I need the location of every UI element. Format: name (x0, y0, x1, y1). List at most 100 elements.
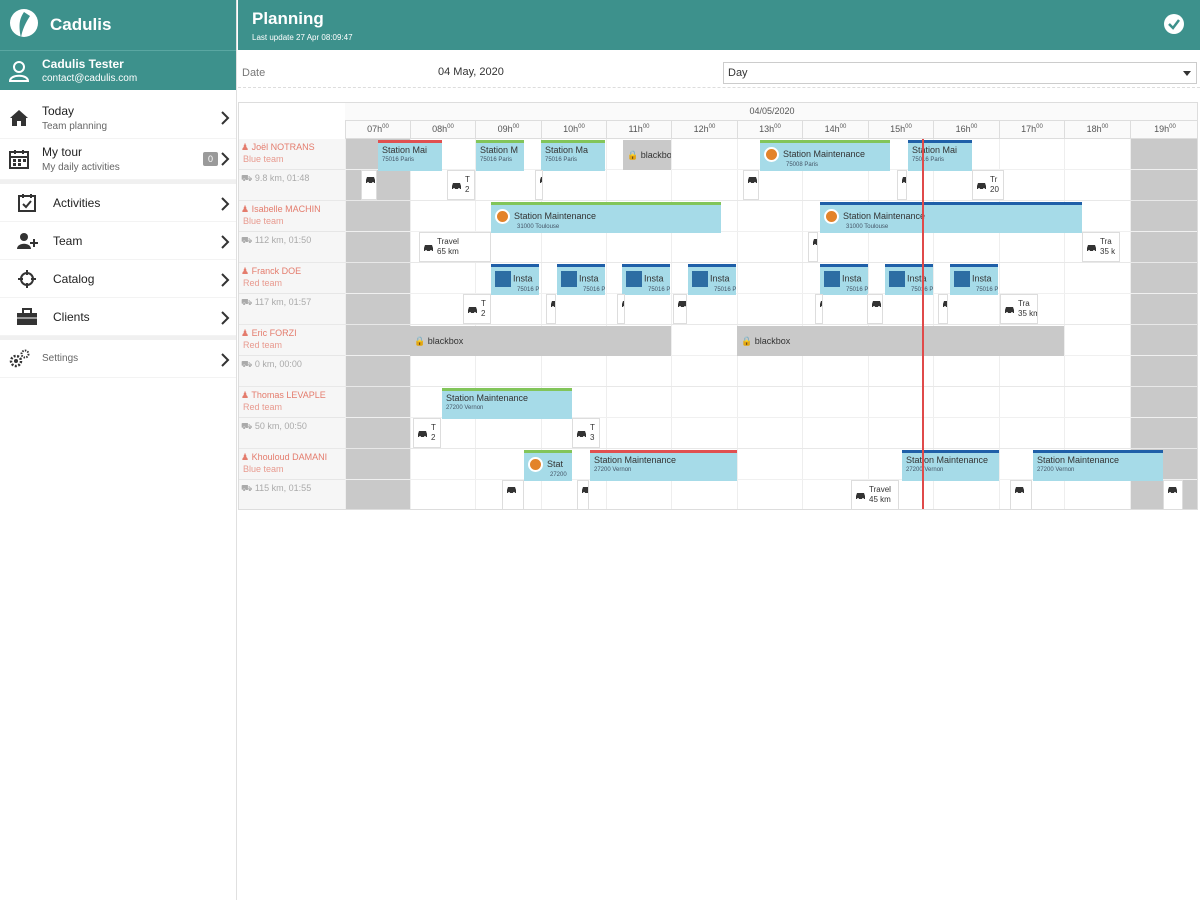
nav-today[interactable]: Today Team planning (0, 98, 236, 139)
task-card[interactable]: Station Maintenance 75008 Paris (760, 140, 890, 171)
nav-catalog[interactable]: Catalog (0, 260, 236, 298)
travel-block[interactable]: Travel 65 km (419, 232, 491, 262)
resource-row-header[interactable]: ♟ Khouloud DAMANI Blue team ⛟ 115 km, 01:5… (239, 449, 345, 509)
task-location: 75008 Paris (786, 162, 819, 168)
task-card[interactable]: Station M 75016 Paris (476, 140, 524, 171)
filter-row: Date 04 May, 2020 Day (238, 58, 1200, 88)
user-profile[interactable]: Cadulis Tester contact@cadulis.com (0, 50, 236, 90)
travel-block[interactable]: Tra 35 k (1082, 232, 1120, 262)
travel-block[interactable] (1163, 480, 1183, 509)
task-location: 75016 Paris (648, 287, 670, 293)
hour-suffix: 00 (774, 124, 781, 130)
travel-block[interactable] (808, 232, 818, 262)
travel-block[interactable] (673, 294, 687, 324)
task-card[interactable]: Station Maintenance 31000 Toulouse (820, 202, 1082, 233)
app-name: Cadulis (50, 15, 112, 34)
car-icon (856, 492, 865, 500)
task-title: Station Ma (545, 145, 589, 155)
travel-block[interactable] (815, 294, 823, 324)
nav-activities[interactable]: Activities (0, 184, 236, 222)
travel-block[interactable] (546, 294, 556, 324)
blackbox-block[interactable]: 🔒 blackbox (737, 326, 1064, 356)
task-card[interactable]: Station Mai 75016 Paris (908, 140, 972, 171)
task-card[interactable]: Insta75016 Paris (950, 264, 998, 295)
nav-clients[interactable]: Clients (0, 298, 236, 336)
hour-suffix: 00 (1101, 124, 1109, 130)
car-icon (577, 430, 586, 438)
resource-row-header[interactable]: ♟ Thomas LEVAPLE Red team ⛟ 50 km, 00:50 (239, 387, 345, 449)
view-select[interactable]: Day (723, 62, 1197, 84)
task-location: 27200 Vernon (1037, 467, 1075, 473)
task-card[interactable]: Insta75016 Paris (491, 264, 539, 295)
row-line (345, 386, 1197, 387)
travel-block[interactable] (502, 480, 524, 509)
calendar-check-icon (16, 192, 38, 214)
task-location: 75016 Paris (517, 287, 539, 293)
hour-label: 15h (890, 124, 906, 134)
car-icon (1005, 306, 1014, 314)
task-card[interactable]: Station Mai 75016 Paris (378, 140, 442, 171)
travel-block[interactable] (535, 170, 543, 200)
resource-row-header[interactable]: ♟ Joël NOTRANS Blue team ⛟ 9.8 km, 01:48 (239, 139, 345, 201)
installation-icon (824, 271, 840, 287)
resource-distance: ⛟ 50 km, 00:50 (241, 421, 307, 431)
row-divider (239, 479, 345, 480)
check-circle-icon[interactable] (1164, 14, 1184, 34)
task-card[interactable]: Station Maintenance 27200 Vernon (442, 388, 572, 419)
travel-block[interactable] (617, 294, 625, 324)
chevron-right-icon (221, 111, 230, 125)
task-card[interactable]: Station Maintenance 27200 Vernon (902, 450, 999, 481)
travel-block[interactable] (897, 170, 907, 200)
resource-row-header[interactable]: ♟ Eric FORZI Red team ⛟ 0 km, 00:00 (239, 325, 345, 387)
resource-row-header[interactable]: ♟ Franck DOE Red team ⛟ 117 km, 01:57 (239, 263, 345, 325)
last-update-text: Last update 27 Apr 08:09:47 (252, 33, 353, 42)
travel-block[interactable]: T2 (463, 294, 491, 324)
travel-block[interactable]: T2 (413, 418, 441, 448)
travel-block[interactable]: T3 (572, 418, 600, 448)
date-picker[interactable]: 04 May, 2020 (438, 66, 504, 78)
task-location: 27200 Vernon (906, 467, 944, 473)
page-header: Planning Last update 27 Apr 08:09:47 (238, 0, 1200, 50)
task-title: Insta (710, 273, 730, 284)
travel-block[interactable] (743, 170, 759, 200)
car-icon (813, 239, 817, 247)
nav-my-tour[interactable]: My tour My daily activities 0 (0, 139, 236, 180)
task-card[interactable]: Station Maintenance 27200 Vernon (1033, 450, 1163, 481)
travel-block[interactable] (1010, 480, 1032, 509)
nav-settings[interactable]: Settings (0, 340, 236, 378)
task-card[interactable]: Insta75016 Paris (688, 264, 736, 295)
travel-label: T2 (465, 175, 470, 194)
hour-suffix: 00 (382, 124, 389, 130)
nav-team[interactable]: Team (0, 222, 236, 260)
resource-team: Blue team (243, 464, 284, 474)
task-card[interactable]: Stat 27200 (524, 450, 572, 481)
calendar-icon (8, 148, 30, 170)
travel-block[interactable] (361, 170, 377, 200)
wrench-icon (528, 457, 543, 472)
travel-block[interactable]: Travel 45 km (851, 480, 899, 509)
blackbox-block[interactable]: 🔒 blackbo (623, 140, 671, 170)
nav-my-tour-label: My tour (42, 145, 83, 159)
hour-label: 08h (432, 124, 448, 134)
blackbox-block[interactable]: 🔒 blackbox (410, 326, 671, 356)
crosshair-icon (16, 268, 38, 290)
task-card[interactable]: Station Maintenance 31000 Toulouse (491, 202, 721, 233)
task-card[interactable]: Insta75016 Paris (885, 264, 933, 295)
hour-label: 14h (824, 124, 840, 134)
travel-block[interactable] (867, 294, 883, 324)
travel-block[interactable]: Tr 20 (972, 170, 1004, 200)
task-card[interactable]: Insta75016 Paris (557, 264, 605, 295)
timeline-date: 04/05/2020 (345, 103, 1197, 121)
task-card[interactable]: Station Maintenance 27200 Vernon (590, 450, 737, 481)
task-card[interactable]: Insta75016 Paris (820, 264, 868, 295)
travel-block[interactable] (938, 294, 948, 324)
travel-block[interactable]: T2 (447, 170, 475, 200)
resource-team: Red team (243, 340, 283, 350)
travel-block[interactable] (577, 480, 589, 509)
row-divider (239, 417, 345, 418)
resource-row-header[interactable]: ♟ Isabelle MACHIN Blue team ⛟ 112 km, 01:5… (239, 201, 345, 263)
travel-block[interactable]: Tra 35 km (1000, 294, 1038, 324)
task-card[interactable]: Insta75016 Paris (622, 264, 670, 295)
task-card[interactable]: Station Ma 75016 Paris (541, 140, 605, 171)
car-icon (551, 301, 555, 309)
